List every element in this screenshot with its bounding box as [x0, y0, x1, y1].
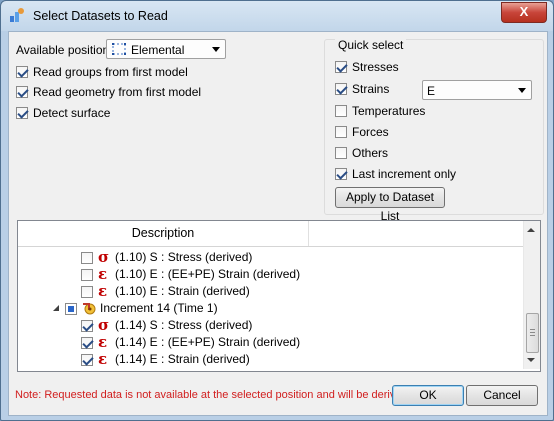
strain-icon: ε — [98, 333, 108, 351]
expand-arrow-icon[interactable] — [53, 305, 60, 312]
list-item[interactable]: ε (1.10) E : Strain (derived) — [18, 283, 523, 300]
row-label: (1.10) E : Strain (derived) — [115, 284, 250, 298]
window-title: Select Datasets to Read — [33, 9, 168, 23]
dialog-window: Select Datasets to Read X Available posi… — [0, 0, 554, 421]
increment-icon — [83, 303, 96, 315]
list-item-increment[interactable]: Increment 14 (Time 1) — [18, 300, 523, 317]
elemental-icon — [112, 43, 126, 55]
row-checkbox[interactable] — [81, 320, 93, 332]
stresses-label: Stresses — [352, 60, 399, 74]
row-label: (1.14) S : Stress (derived) — [115, 318, 253, 332]
list-item[interactable]: σ (1.10) S : Stress (derived) — [18, 249, 523, 266]
strains-label: Strains — [352, 82, 390, 96]
row-label: (1.10) E : (EE+PE) Strain (derived) — [115, 267, 301, 281]
stress-icon: σ — [98, 316, 110, 334]
list-scrollbar[interactable] — [523, 221, 540, 369]
derived-data-note: Note: Requested data is not available at… — [15, 389, 408, 401]
ok-button[interactable]: OK — [392, 385, 464, 406]
list-item[interactable]: ε (1.10) E : (EE+PE) Strain (derived) — [18, 266, 523, 283]
last-increment-checkbox[interactable] — [335, 168, 347, 180]
list-header: Description — [18, 221, 524, 247]
row-checkbox[interactable] — [81, 269, 93, 281]
row-label: (1.10) S : Stress (derived) — [115, 250, 253, 264]
temperatures-checkbox[interactable] — [335, 105, 347, 117]
row-checkbox[interactable] — [81, 354, 93, 366]
stress-icon: σ — [98, 248, 110, 266]
close-button[interactable]: X — [501, 2, 547, 23]
temperatures-label: Temperatures — [352, 104, 426, 118]
title-bar[interactable]: Select Datasets to Read X — [1, 1, 553, 31]
row-checkbox[interactable] — [81, 337, 93, 349]
row-checkbox[interactable] — [65, 303, 77, 315]
row-label: (1.14) E : (EE+PE) Strain (derived) — [115, 335, 301, 349]
strain-icon: ε — [98, 282, 108, 300]
chevron-down-icon — [518, 88, 526, 93]
strains-select[interactable]: E — [422, 80, 532, 100]
others-checkbox[interactable] — [335, 147, 347, 159]
app-icon — [10, 8, 24, 22]
read-geometry-label: Read geometry from first model — [33, 85, 202, 99]
list-item[interactable]: ε (1.14) E : Strain (derived) — [18, 351, 523, 368]
forces-checkbox[interactable] — [335, 126, 347, 138]
row-checkbox[interactable] — [81, 252, 93, 264]
positions-label: Available positions: — [16, 43, 119, 57]
quick-select-group: Quick select Stresses Strains E Temperat… — [324, 38, 544, 223]
row-label: (1.14) E : Strain (derived) — [115, 352, 250, 366]
dataset-list[interactable]: Description σ (1.10) S : Stress (derived… — [17, 220, 541, 372]
strains-select-value: E — [427, 84, 436, 98]
list-item[interactable]: σ (1.14) S : Stress (derived) — [18, 317, 523, 334]
positions-selected: Elemental — [131, 43, 185, 57]
last-increment-label: Last increment only — [352, 167, 457, 181]
read-geometry-checkbox[interactable] — [16, 86, 28, 98]
apply-to-dataset-list-button[interactable]: Apply to Dataset List — [335, 187, 445, 223]
others-label: Others — [352, 146, 389, 160]
row-checkbox[interactable] — [81, 286, 93, 298]
cancel-button[interactable]: Cancel — [466, 385, 538, 406]
forces-label: Forces — [352, 125, 389, 139]
positions-select[interactable]: Elemental — [106, 39, 226, 59]
list-item[interactable]: ε (1.14) E : (EE+PE) Strain (derived) — [18, 334, 523, 351]
strains-checkbox[interactable] — [335, 83, 347, 95]
scroll-up-icon[interactable] — [527, 228, 535, 232]
detect-surface-label: Detect surface — [33, 106, 111, 120]
detect-surface-checkbox[interactable] — [16, 107, 28, 119]
strain-icon: ε — [98, 265, 108, 283]
scroll-thumb[interactable] — [526, 313, 539, 353]
row-label: Increment 14 (Time 1) — [100, 301, 218, 315]
stresses-checkbox[interactable] — [335, 61, 347, 73]
strain-icon: ε — [98, 350, 108, 368]
read-groups-label: Read groups from first model — [33, 65, 188, 79]
description-column-header[interactable]: Description — [18, 221, 309, 246]
quick-select-title: Quick select — [335, 38, 407, 52]
read-groups-checkbox[interactable] — [16, 66, 28, 78]
chevron-down-icon — [212, 47, 220, 52]
dialog-content: Available positions: Elemental Read grou… — [8, 31, 548, 416]
scroll-down-icon[interactable] — [527, 358, 535, 362]
